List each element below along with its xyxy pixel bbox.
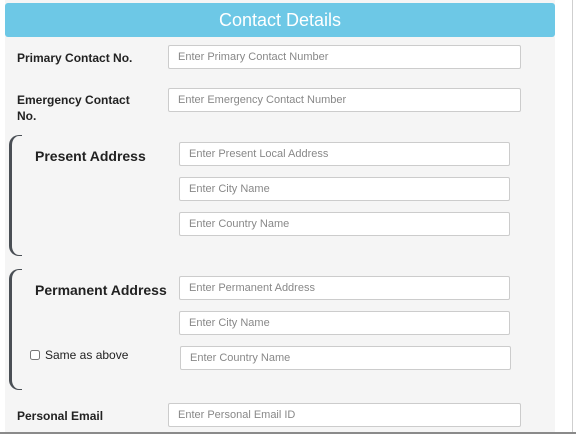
primary-contact-label: Primary Contact No.	[17, 51, 133, 65]
permanent-address-bracket	[9, 269, 22, 390]
permanent-address-input[interactable]	[179, 276, 510, 300]
present-address-input[interactable]	[179, 142, 510, 166]
personal-email-input[interactable]	[168, 403, 521, 427]
permanent-country-input[interactable]	[180, 346, 511, 370]
present-address-label: Present Address	[35, 148, 146, 164]
present-country-input[interactable]	[179, 212, 510, 236]
divider	[572, 0, 573, 434]
present-city-input[interactable]	[179, 177, 510, 201]
same-as-above-checkbox[interactable]	[30, 350, 40, 360]
permanent-address-label: Permanent Address	[35, 282, 167, 298]
emergency-contact-input[interactable]	[168, 88, 521, 112]
primary-contact-input[interactable]	[168, 45, 521, 69]
emergency-contact-label: Emergency Contact No.	[17, 93, 130, 123]
same-as-above-option[interactable]: Same as above	[30, 348, 128, 362]
section-header: Contact Details	[5, 3, 555, 37]
same-as-above-label: Same as above	[45, 348, 129, 362]
present-address-bracket	[9, 135, 22, 256]
permanent-city-input[interactable]	[179, 311, 510, 335]
personal-email-label: Personal Email	[17, 409, 104, 423]
